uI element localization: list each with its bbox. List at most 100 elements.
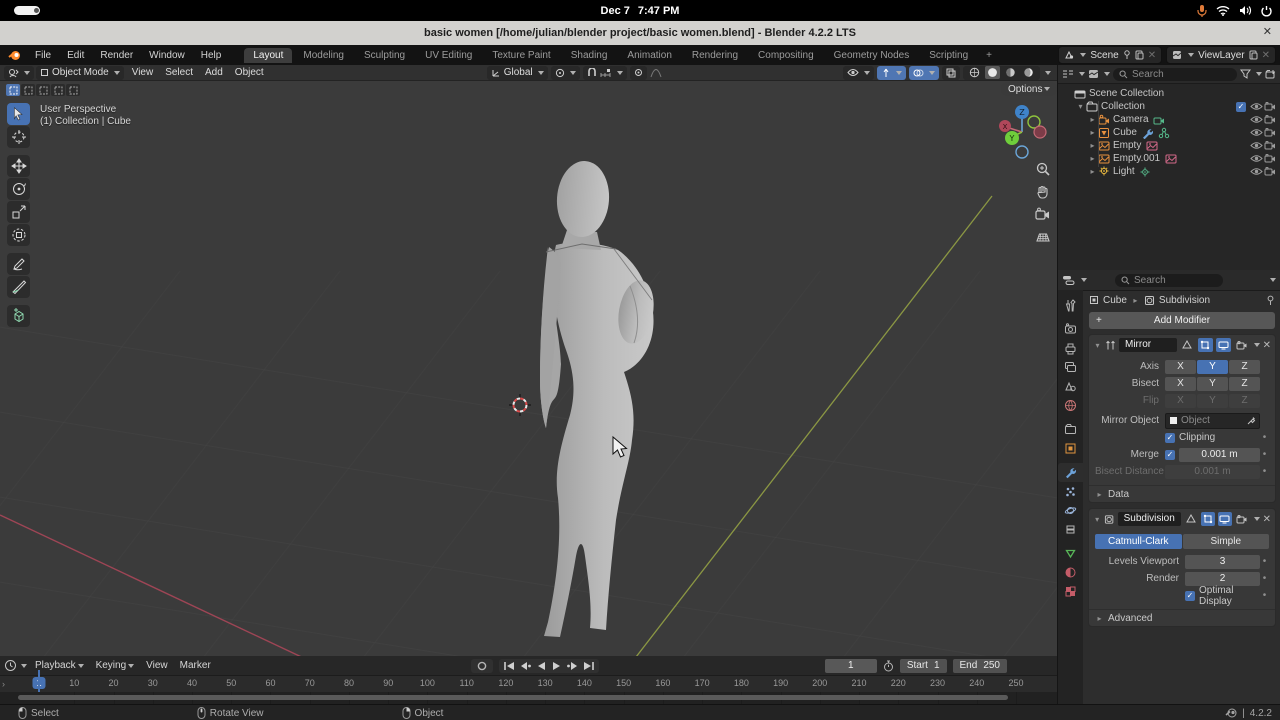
axis-z-button[interactable]: Z bbox=[1229, 359, 1260, 374]
optimal-display-checkbox[interactable]: ✓ Optimal Display bbox=[1185, 585, 1260, 607]
render-visibility-toggle[interactable] bbox=[1263, 114, 1276, 125]
close-modifier-icon[interactable]: ✕ bbox=[1263, 514, 1271, 525]
show-in-render-toggle[interactable] bbox=[1235, 512, 1249, 526]
frame-tick[interactable]: 30 bbox=[148, 678, 158, 688]
workspace-tab-shading[interactable]: Shading bbox=[562, 48, 617, 63]
microphone-icon[interactable] bbox=[1197, 4, 1207, 18]
outliner-row-scene-collection[interactable]: Scene Collection bbox=[1058, 87, 1280, 100]
show-on-cage-toggle[interactable] bbox=[1184, 512, 1198, 526]
mode-dropdown[interactable]: Object Mode bbox=[36, 65, 124, 80]
play-reverse-button[interactable] bbox=[533, 659, 549, 673]
select-extend-button[interactable] bbox=[21, 84, 35, 96]
menu-help[interactable]: Help bbox=[193, 50, 230, 61]
timeline-track[interactable] bbox=[0, 692, 1057, 704]
workspace-tab-geometry-nodes[interactable]: Geometry Nodes bbox=[825, 48, 919, 63]
properties-tab-tool[interactable] bbox=[1058, 296, 1083, 315]
show-on-cage-toggle[interactable] bbox=[1180, 338, 1195, 352]
pin-icon[interactable] bbox=[1123, 50, 1131, 60]
disable-in-renders-icon[interactable] bbox=[1264, 141, 1276, 150]
show-in-render-toggle[interactable] bbox=[1234, 338, 1249, 352]
properties-tab-scene[interactable] bbox=[1058, 377, 1083, 396]
tool-add-cube-button[interactable] bbox=[7, 305, 30, 327]
outliner-row-collection[interactable]: ▾ Collection ✓ bbox=[1058, 100, 1280, 113]
unlink-scene-icon[interactable]: ✕ bbox=[1148, 50, 1156, 61]
data-section-toggle[interactable]: ▸ Data bbox=[1089, 485, 1275, 502]
properties-options-chevron-icon[interactable] bbox=[1270, 278, 1276, 282]
viewport-menu-add[interactable]: Add bbox=[199, 67, 229, 78]
hide-eye-icon[interactable] bbox=[1250, 115, 1263, 124]
tool-annotate-button[interactable] bbox=[7, 253, 30, 275]
properties-tab-texture[interactable] bbox=[1058, 582, 1083, 601]
visibility-toggle[interactable] bbox=[1250, 101, 1263, 112]
proportional-editing-button[interactable] bbox=[629, 65, 647, 80]
properties-tab-object[interactable] bbox=[1058, 439, 1083, 458]
falloff-curve-icon[interactable] bbox=[650, 68, 662, 78]
tool-transform-button[interactable] bbox=[7, 224, 30, 246]
jump-to-end-button[interactable] bbox=[581, 659, 597, 673]
volume-icon[interactable] bbox=[1239, 5, 1252, 16]
power-icon[interactable] bbox=[1261, 5, 1272, 17]
properties-tab-world[interactable] bbox=[1058, 396, 1083, 415]
next-keyframe-button[interactable] bbox=[565, 659, 581, 673]
outliner-row-cube[interactable]: ▸ Cube bbox=[1058, 126, 1280, 139]
expand-icon[interactable]: ▾ bbox=[1093, 341, 1102, 350]
frame-tick[interactable]: 190 bbox=[773, 678, 788, 688]
workspace-tab-uv-editing[interactable]: UV Editing bbox=[416, 48, 481, 63]
viewport-scene[interactable] bbox=[0, 81, 1057, 656]
frame-tick[interactable]: 150 bbox=[616, 678, 631, 688]
subdivision-type-catmull-clark-button[interactable]: Catmull-Clark bbox=[1095, 534, 1182, 549]
expand-arrow-icon[interactable]: ▾ bbox=[1076, 102, 1085, 111]
tool-measure-button[interactable] bbox=[7, 276, 30, 298]
filter-funnel-icon[interactable] bbox=[1240, 69, 1251, 79]
blender-logo-icon[interactable] bbox=[0, 50, 27, 61]
frame-tick[interactable]: 80 bbox=[344, 678, 354, 688]
axis-y-button[interactable]: Y bbox=[1197, 359, 1228, 374]
show-in-viewport-toggle[interactable] bbox=[1217, 512, 1232, 526]
transform-orientation-dropdown[interactable]: Global bbox=[486, 65, 548, 80]
properties-tab-material[interactable] bbox=[1058, 563, 1083, 582]
properties-tab-render[interactable] bbox=[1058, 320, 1083, 339]
eyedropper-icon[interactable] bbox=[1247, 416, 1256, 425]
play-forward-button[interactable] bbox=[549, 659, 565, 673]
frame-tick[interactable]: 210 bbox=[852, 678, 867, 688]
expand-icon[interactable]: ▾ bbox=[1093, 515, 1101, 524]
expand-arrow-icon[interactable]: ▸ bbox=[1088, 115, 1097, 124]
properties-tab-output[interactable] bbox=[1058, 339, 1083, 358]
filter-mode-icon[interactable] bbox=[1088, 69, 1099, 79]
properties-tab-modifiers[interactable] bbox=[1058, 463, 1083, 482]
properties-search-input[interactable]: Search bbox=[1115, 273, 1223, 287]
outliner-search-input[interactable]: Search bbox=[1113, 67, 1237, 81]
render-visibility-toggle[interactable] bbox=[1263, 153, 1276, 164]
workspace-tab-modeling[interactable]: Modeling bbox=[294, 48, 353, 63]
tool-scale-button[interactable] bbox=[7, 201, 30, 223]
bisect-z-button[interactable]: Z bbox=[1229, 376, 1260, 391]
frame-tick[interactable]: 180 bbox=[734, 678, 749, 688]
properties-editor-icon[interactable] bbox=[1062, 275, 1075, 286]
frame-tick[interactable]: 250 bbox=[1008, 678, 1023, 688]
subdivision-name-field[interactable]: Subdivision bbox=[1117, 512, 1181, 526]
workspace-tab-animation[interactable]: Animation bbox=[618, 48, 680, 63]
visibility-toggle[interactable] bbox=[1250, 127, 1263, 138]
scene-selector[interactable]: Scene ✕ bbox=[1058, 46, 1163, 64]
show-in-viewport-toggle[interactable] bbox=[1215, 338, 1231, 352]
frame-tick[interactable]: 40 bbox=[187, 678, 197, 688]
timeline-expand-arrow-icon[interactable]: › bbox=[2, 679, 5, 689]
frame-tick[interactable]: 120 bbox=[498, 678, 513, 688]
shading-material-preview-button[interactable] bbox=[1003, 66, 1018, 79]
outliner-row-empty-001[interactable]: ▸ Empty.001 bbox=[1058, 152, 1280, 165]
hide-eye-icon[interactable] bbox=[1250, 102, 1263, 111]
disable-in-renders-icon[interactable] bbox=[1264, 154, 1276, 163]
tool-move-button[interactable] bbox=[7, 155, 30, 177]
expand-arrow-icon[interactable]: ▸ bbox=[1088, 167, 1097, 176]
outliner-row-camera[interactable]: ▸ Camera bbox=[1058, 113, 1280, 126]
frame-tick[interactable]: 100 bbox=[420, 678, 435, 688]
extras-chevron-icon[interactable] bbox=[1253, 343, 1260, 347]
flip-y-button[interactable]: Y bbox=[1197, 393, 1228, 408]
close-modifier-icon[interactable]: ✕ bbox=[1263, 340, 1271, 351]
select-intersect-button[interactable] bbox=[66, 84, 80, 96]
shading-rendered-button[interactable] bbox=[1021, 66, 1036, 79]
frame-tick[interactable]: 220 bbox=[891, 678, 906, 688]
wifi-icon[interactable] bbox=[1216, 5, 1230, 16]
breadcrumb-modifier[interactable]: Subdivision bbox=[1159, 295, 1210, 306]
add-modifier-button[interactable]: + Add Modifier bbox=[1089, 312, 1275, 329]
